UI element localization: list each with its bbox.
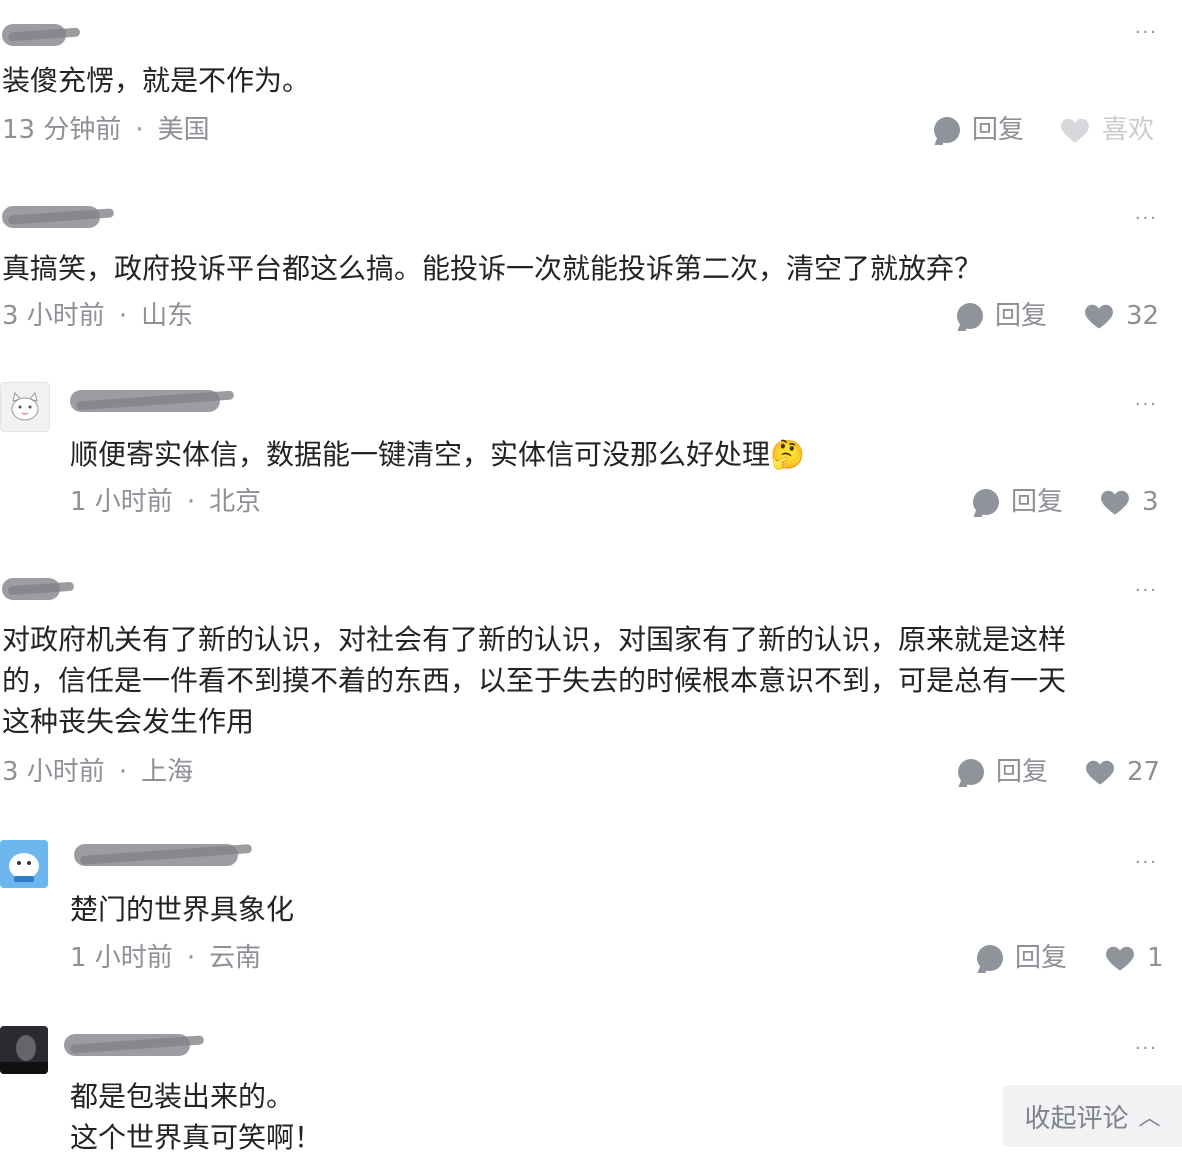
comment-text-line: 都是包装出来的。: [70, 1080, 295, 1113]
redacted-username: [2, 578, 60, 600]
more-options-button[interactable]: ···: [1135, 210, 1158, 228]
comment-time: 1 小时前: [70, 487, 173, 517]
reply-button[interactable]: 回复: [934, 115, 1024, 145]
portrait-avatar-icon: [0, 1026, 48, 1074]
like-count: 27: [1127, 757, 1161, 787]
comment-location: 上海: [141, 757, 194, 787]
comment-text-line: 对政府机关有了新的认识，对社会有了新的认识，对国家有了新的认识，原来就是这样: [2, 623, 1067, 656]
reply-bubble-icon: [977, 945, 1003, 971]
comment-text-line: 这种丧失会发生作用: [2, 705, 255, 738]
comment-text: 装傻充愣，就是不作为。: [2, 64, 311, 97]
comment-text: 都是包装出来的。 这个世界真可笑啊！: [70, 1076, 322, 1158]
comment-location: 北京: [209, 487, 262, 517]
more-options-button[interactable]: ···: [1135, 854, 1158, 872]
like-label: 喜欢: [1102, 115, 1155, 145]
collapse-comments-label: 收起评论: [1024, 1103, 1129, 1134]
separator-dot: ·: [118, 301, 128, 331]
redacted-username: [74, 844, 238, 866]
redacted-username: [2, 24, 66, 46]
separator-dot: ·: [135, 115, 144, 145]
like-button[interactable]: 27: [1085, 757, 1160, 787]
avatar[interactable]: [0, 1026, 48, 1074]
reply-bubble-icon: [958, 759, 984, 785]
chevron-up-icon: ︿: [1138, 1106, 1161, 1131]
cat-face-icon: [11, 391, 39, 421]
like-count: 1: [1147, 943, 1164, 973]
comment-text-line: 的，信任是一件看不到摸不着的东西，以至于失去的时候根本意识不到，可是总有一天: [2, 664, 1067, 697]
reply-label: 回复: [972, 115, 1025, 145]
heart-icon: [1061, 118, 1089, 143]
comment-text: 楚门的世界具象化: [70, 893, 295, 926]
comment-time: 3 小时前: [2, 301, 105, 331]
more-options-button[interactable]: ···: [1135, 582, 1158, 600]
reply-button[interactable]: 回复: [957, 301, 1047, 331]
like-button[interactable]: 1: [1105, 943, 1164, 973]
heart-icon: [1085, 304, 1113, 329]
separator-dot: ·: [186, 943, 196, 973]
cartoon-avatar-icon: [0, 840, 48, 888]
reply-bubble-icon: [957, 303, 983, 329]
collapse-comments-button[interactable]: 收起评论 ︿: [1003, 1085, 1182, 1147]
avatar[interactable]: [0, 382, 50, 432]
comment-meta: 1 小时前 · 北京: [70, 487, 261, 517]
like-count: 3: [1142, 487, 1159, 517]
comment-meta: 3 小时前 · 山东: [2, 301, 193, 331]
separator-dot: ·: [186, 487, 196, 517]
reply-button[interactable]: 回复: [958, 757, 1048, 787]
like-count: 32: [1126, 301, 1160, 331]
reply-bubble-icon: [934, 117, 960, 143]
separator-dot: ·: [118, 757, 128, 787]
redacted-username: [64, 1034, 190, 1056]
comment-text-line: 这个世界真可笑啊！: [70, 1121, 323, 1154]
reply-label: 回复: [995, 301, 1048, 331]
redacted-username: [2, 206, 100, 228]
comment-text: 对政府机关有了新的认识，对社会有了新的认识，对国家有了新的认识，原来就是这样 的…: [2, 619, 1066, 742]
comment-time: 3 小时前: [2, 757, 105, 787]
comment-meta: 13 分钟前 · 美国: [2, 115, 210, 145]
more-options-button[interactable]: ···: [1135, 24, 1158, 42]
reply-button[interactable]: 回复: [973, 487, 1063, 517]
heart-icon: [1101, 490, 1129, 515]
reply-label: 回复: [1015, 943, 1068, 973]
comment-text: 真搞笑，政府投诉平台都这么搞。能投诉一次就能投诉第二次，清空了就放弃？: [2, 252, 983, 285]
comment-text: 顺便寄实体信，数据能一键清空，实体信可没那么好处理🤔: [70, 438, 805, 471]
comment-time: 1 小时前: [70, 943, 173, 973]
reply-label: 回复: [996, 757, 1049, 787]
comment-location: 美国: [157, 115, 210, 145]
avatar[interactable]: [0, 840, 48, 888]
comment-location: 山东: [141, 301, 194, 331]
reply-label: 回复: [1011, 487, 1064, 517]
like-button[interactable]: 3: [1100, 487, 1159, 517]
comment-meta: 1 小时前 · 云南: [70, 943, 261, 973]
more-options-button[interactable]: ···: [1135, 396, 1158, 414]
like-button[interactable]: 32: [1084, 301, 1159, 331]
comment-meta: 3 小时前 · 上海: [2, 757, 193, 787]
redacted-username: [70, 390, 220, 412]
reply-bubble-icon: [973, 489, 999, 515]
reply-button[interactable]: 回复: [977, 943, 1067, 973]
heart-icon: [1086, 760, 1114, 785]
comment-time: 13 分钟前: [2, 115, 122, 145]
heart-icon: [1106, 946, 1134, 971]
like-button[interactable]: 喜欢: [1060, 115, 1154, 145]
comment-location: 云南: [209, 943, 262, 973]
more-options-button[interactable]: ···: [1135, 1040, 1158, 1058]
